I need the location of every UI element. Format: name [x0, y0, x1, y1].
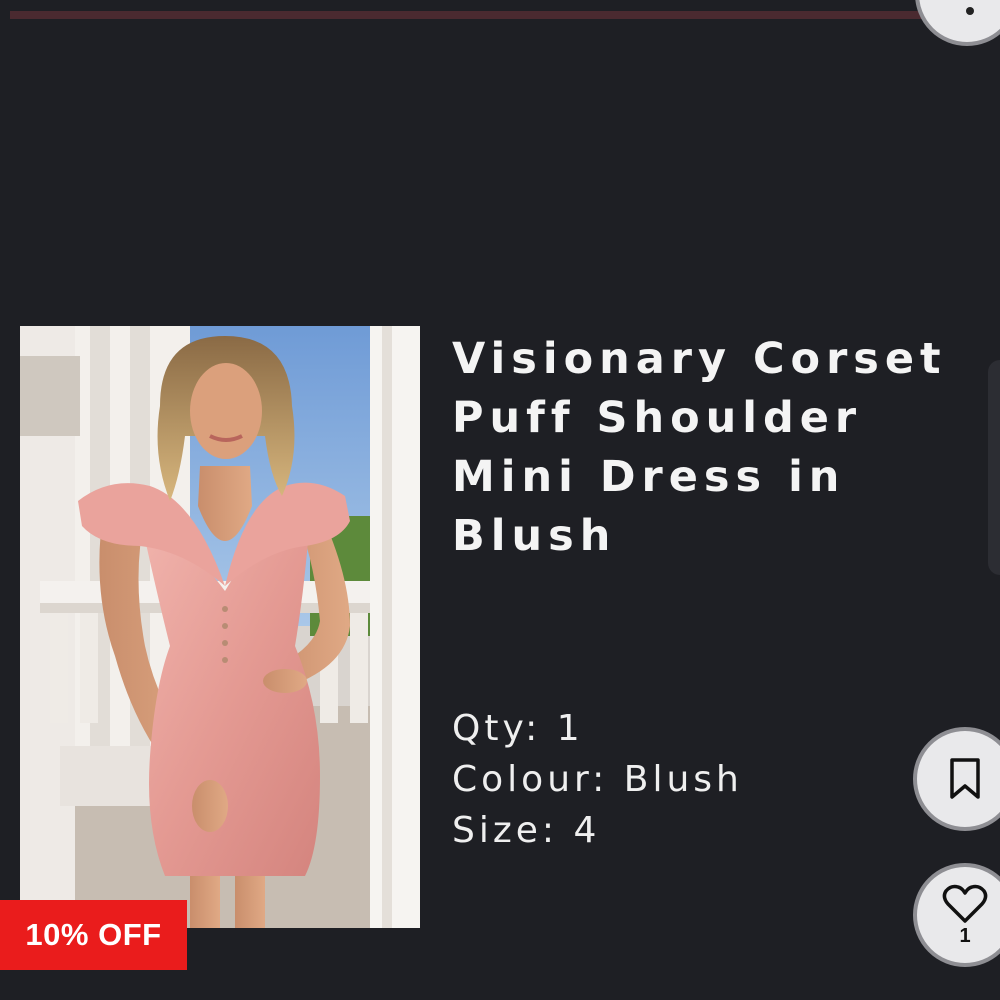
bookmark-button[interactable]: [913, 727, 1000, 831]
qty-value: 1: [556, 708, 584, 749]
bookmark-icon: [950, 758, 980, 799]
product-image[interactable]: [20, 326, 420, 928]
qty-row: Qty: 1: [452, 703, 882, 754]
more-icon: [966, 7, 974, 15]
top-divider: [10, 11, 940, 19]
colour-row: Colour: Blush: [452, 754, 882, 805]
like-button[interactable]: 1: [913, 863, 1000, 967]
more-button[interactable]: [915, 0, 1000, 46]
size-row: Size: 4: [452, 805, 882, 856]
colour-value: Blush: [623, 759, 743, 800]
colour-label: Colour:: [452, 759, 609, 800]
scroll-handle[interactable]: [988, 360, 1000, 575]
product-details: Qty: 1 Colour: Blush Size: 4: [452, 703, 882, 856]
size-value: 4: [573, 810, 601, 851]
discount-badge: 10% OFF: [0, 900, 187, 970]
product-photo: [20, 326, 420, 928]
product-screen: 10% OFF Visionary Corset Puff Shoulder M…: [0, 0, 1000, 1000]
heart-icon: [942, 884, 988, 923]
like-count: 1: [959, 925, 971, 947]
qty-label: Qty:: [452, 708, 542, 749]
size-label: Size:: [452, 810, 559, 851]
product-title[interactable]: Visionary Corset Puff Shoulder Mini Dres…: [452, 330, 982, 566]
